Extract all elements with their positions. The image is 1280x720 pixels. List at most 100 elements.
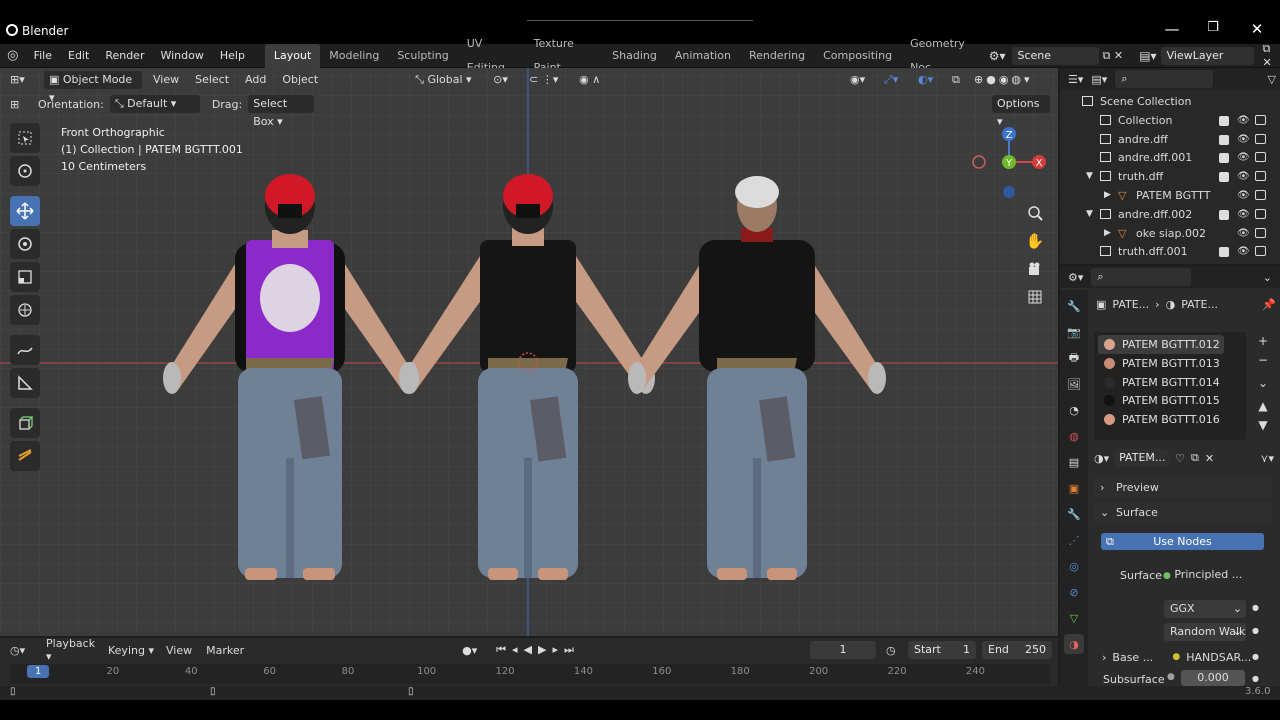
scale-tool[interactable] xyxy=(10,262,40,292)
outliner-editor-icon[interactable]: ☰▾ xyxy=(1068,73,1083,86)
visibility-icon[interactable]: ◉▾ xyxy=(850,73,878,86)
subsurface-keyframe-dot[interactable]: ● xyxy=(1252,674,1259,683)
annotate-tool[interactable] xyxy=(10,335,40,365)
eye-icon[interactable]: 👁 xyxy=(1237,130,1250,149)
viewport-menu-object[interactable]: Object xyxy=(277,73,323,86)
outliner-row[interactable]: ▼ truth.dff 👁 xyxy=(1060,167,1280,186)
viewport-menu-add[interactable]: Add xyxy=(240,73,271,86)
camera-view-icon[interactable] xyxy=(1022,256,1048,282)
outliner-row[interactable]: ▶ ▽ oke siap.002 👁 xyxy=(1060,224,1280,243)
overlays-icon[interactable]: ◐▾ xyxy=(918,73,946,86)
zoom-icon[interactable] xyxy=(1022,200,1048,226)
fake-user-icon[interactable]: ♡ xyxy=(1175,452,1185,465)
transform-orientation-dropdown[interactable]: ⤡ Global ▾ xyxy=(415,73,487,87)
expand-right-icon[interactable]: ▶ xyxy=(1104,224,1111,243)
3d-viewport[interactable]: Front Orthographic (1) Collection | PATE… xyxy=(0,68,1058,636)
drag-dropdown[interactable]: Select Box ▾ xyxy=(248,95,315,128)
menu-render[interactable]: Render xyxy=(97,44,152,68)
render-camera-icon[interactable] xyxy=(1255,246,1266,257)
close-icon[interactable]: ✕ xyxy=(1242,20,1272,38)
snap-icon[interactable]: ⊂ ⋮▾ xyxy=(529,73,573,86)
subsurface-method-dropdown[interactable]: Random Walk ⌄ xyxy=(1164,623,1246,641)
measure-tool[interactable] xyxy=(10,368,40,398)
preview-panel-header[interactable]: › Preview xyxy=(1094,477,1272,499)
duplicate-material-icon[interactable]: ⧉ xyxy=(1191,451,1199,465)
material-slot[interactable]: PATEM BGTTT.014 xyxy=(1098,373,1224,392)
tab-sculpting[interactable]: Sculpting xyxy=(388,44,457,68)
data-tab-icon[interactable]: ▽ xyxy=(1064,608,1084,628)
render-camera-icon[interactable] xyxy=(1255,208,1266,219)
end-frame-field[interactable]: End 250 xyxy=(982,641,1052,659)
move-tool[interactable] xyxy=(10,196,40,226)
render-camera-icon[interactable] xyxy=(1255,133,1266,144)
surface-panel-header[interactable]: ⌄ Surface xyxy=(1094,502,1272,524)
distribution-keyframe-dot[interactable]: ● xyxy=(1252,603,1259,612)
exclude-checkbox[interactable] xyxy=(1219,134,1229,145)
restore-icon[interactable]: ❐ xyxy=(1198,20,1228,35)
filter-icon[interactable]: ▽ xyxy=(1268,73,1276,86)
properties-options-icon[interactable]: ⌄ xyxy=(1263,271,1272,284)
exclude-checkbox[interactable] xyxy=(1219,172,1229,183)
start-frame-field[interactable]: Start 1 xyxy=(908,641,976,659)
marker-menu[interactable]: Marker xyxy=(202,644,248,657)
current-frame-field[interactable]: 1 xyxy=(810,641,876,659)
render-camera-icon[interactable] xyxy=(1255,171,1266,182)
tool-settings-icon[interactable]: ⊞ xyxy=(10,98,32,111)
tab-modeling[interactable]: Modeling xyxy=(320,44,388,68)
expand-down-icon[interactable]: ▼ xyxy=(1086,205,1093,224)
scene-tab-icon[interactable]: ◔ xyxy=(1064,400,1084,420)
modifier-tab-icon[interactable]: 🔧 xyxy=(1064,504,1084,524)
expand-right-icon[interactable]: ▶ xyxy=(1104,186,1111,205)
base-color-row[interactable]: › Base ... ● HANDSAR... xyxy=(1102,648,1252,666)
material-slot[interactable]: PATEM BGTTT.012 xyxy=(1098,335,1224,354)
eye-icon[interactable]: 👁 xyxy=(1237,224,1250,243)
eye-icon[interactable]: 👁 xyxy=(1237,148,1250,167)
orientation-dropdown[interactable]: ⤡ Default ▾ xyxy=(109,95,200,113)
outliner-row[interactable]: Collection 👁 xyxy=(1060,111,1280,130)
xray-icon[interactable]: ⧉ xyxy=(952,73,968,87)
material-slot[interactable]: PATEM BGTTT.015 xyxy=(1098,391,1224,410)
exclude-checkbox[interactable] xyxy=(1219,209,1229,220)
minimize-icon[interactable]: — xyxy=(1157,20,1187,38)
physics-tab-icon[interactable]: ◎ xyxy=(1064,556,1084,576)
viewport-menu-view[interactable]: View xyxy=(148,73,184,86)
proportional-edit-icon[interactable]: ◉ ∧ xyxy=(579,73,619,86)
expand-down-icon[interactable]: ▼ xyxy=(1086,167,1093,186)
playback-controls[interactable]: ⏮◂◀▶▸⏭ xyxy=(496,643,606,657)
outliner-row[interactable]: andre.dff.001 👁 xyxy=(1060,148,1280,167)
render-camera-icon[interactable] xyxy=(1255,152,1266,163)
viewlayer-new-icon[interactable]: ⧉ ✕ xyxy=(1262,42,1280,69)
ortho-grid-icon[interactable] xyxy=(1022,284,1048,310)
tool-tab-icon[interactable]: 🔧 xyxy=(1064,296,1084,316)
properties-editor-icon[interactable]: ⚙▾ xyxy=(1068,271,1083,284)
transform-tool[interactable] xyxy=(10,295,40,325)
properties-search-input[interactable]: ⌕ xyxy=(1091,268,1192,286)
move-up-icon[interactable]: ▲ xyxy=(1254,397,1272,416)
exclude-checkbox[interactable] xyxy=(1219,247,1229,258)
gizmo-toggle-icon[interactable]: ⤢▾ xyxy=(884,73,912,87)
world-tab-icon[interactable]: ◍ xyxy=(1064,426,1084,446)
outliner-row[interactable]: truth.dff.001 👁 xyxy=(1060,242,1280,261)
eye-icon[interactable]: 👁 xyxy=(1237,205,1250,224)
playback-menu[interactable]: Playback ▾ xyxy=(46,637,102,663)
outliner-search-input[interactable]: ⌕ xyxy=(1115,70,1214,88)
eye-icon[interactable]: 👁 xyxy=(1237,186,1250,205)
render-camera-icon[interactable] xyxy=(1255,190,1266,200)
render-camera-icon[interactable] xyxy=(1255,114,1266,125)
view-layer-tab-icon[interactable]: 🖼 xyxy=(1064,374,1084,394)
blender-menu-icon[interactable]: ◎ xyxy=(0,48,26,63)
rotate-tool[interactable] xyxy=(10,229,40,259)
grease-pencil-tool[interactable] xyxy=(10,441,40,471)
display-mode-icon[interactable]: ▤▾ xyxy=(1091,73,1107,86)
distribution-dropdown[interactable]: GGX ⌄ xyxy=(1164,600,1246,618)
preview-range-icon[interactable]: ◷ xyxy=(886,644,902,657)
eye-icon[interactable]: 👁 xyxy=(1237,111,1250,130)
timeline-view-menu[interactable]: View xyxy=(162,644,196,657)
outliner-row[interactable]: andre.dff 👁 xyxy=(1060,130,1280,149)
object-tab-icon[interactable]: ▣ xyxy=(1064,478,1084,498)
outliner-row[interactable]: ▼ andre.dff.002 👁 xyxy=(1060,205,1280,224)
subsurface-method-keyframe-dot[interactable]: ● xyxy=(1252,626,1259,635)
options-dropdown[interactable]: Options ▾ xyxy=(992,95,1050,128)
constraints-tab-icon[interactable]: ⊘ xyxy=(1064,582,1084,602)
material-name-field[interactable]: PATEM... xyxy=(1115,449,1170,467)
